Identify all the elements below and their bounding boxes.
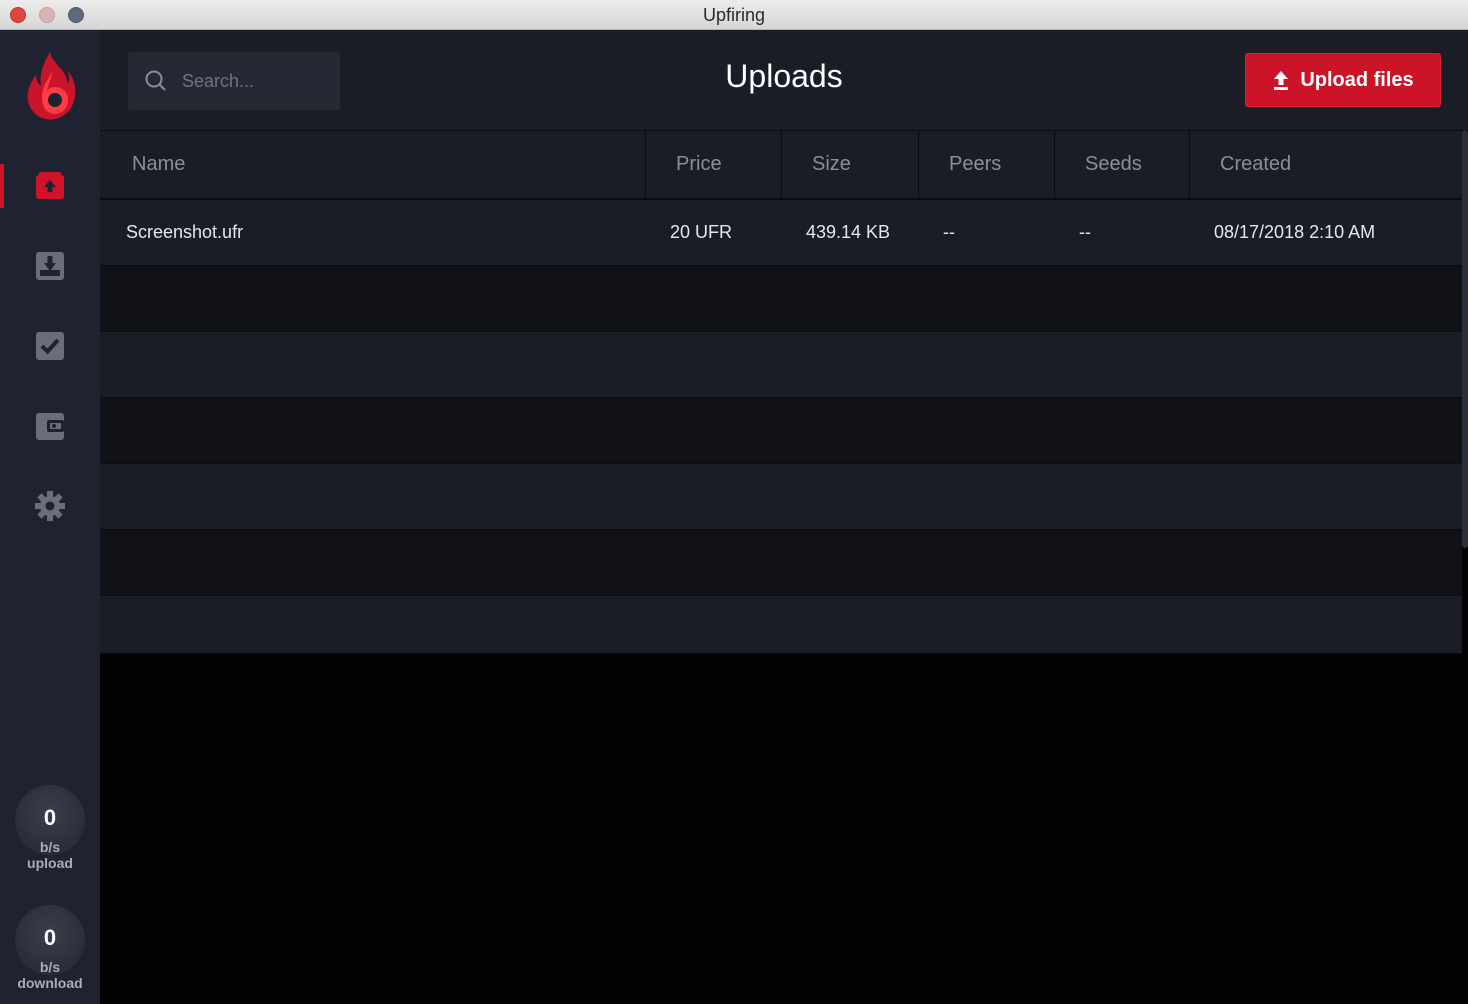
- sidebar-item-wallet[interactable]: [0, 396, 100, 456]
- upload-files-label: Upload files: [1300, 68, 1414, 91]
- sidebar-item-completed[interactable]: [0, 316, 100, 376]
- download-speed-unit: b/s: [39, 959, 61, 975]
- upload-speed-value: 0: [43, 805, 57, 830]
- column-header-name[interactable]: Name: [100, 131, 646, 198]
- upload-speed-unit: b/s: [39, 839, 61, 855]
- sidebar-item-uploads[interactable]: [0, 156, 100, 216]
- cell-seeds: --: [1079, 222, 1091, 242]
- sidebar-item-downloads[interactable]: [0, 236, 100, 296]
- table-header: Name Price Size Peers Seeds Created: [100, 130, 1462, 200]
- download-box-icon: [36, 252, 64, 280]
- table-row[interactable]: Screenshot.ufr 20 UFR 439.14 KB -- -- 08…: [100, 200, 1462, 266]
- empty-table-row: [100, 332, 1462, 398]
- empty-table-row: [100, 596, 1462, 654]
- gear-icon: [35, 491, 65, 521]
- column-header-size[interactable]: Size: [782, 131, 919, 198]
- column-header-created[interactable]: Created: [1190, 131, 1462, 198]
- cell-price: 20 UFR: [670, 222, 733, 242]
- cell-peers: --: [943, 222, 955, 242]
- column-header-seeds[interactable]: Seeds: [1055, 131, 1190, 198]
- download-speed-value: 0: [43, 925, 57, 950]
- download-speed-label: download: [17, 975, 83, 991]
- empty-table-row: [100, 530, 1462, 596]
- empty-table-row: [100, 266, 1462, 332]
- download-speed-meter: 0 b/s download: [14, 905, 86, 991]
- app-logo: [22, 50, 78, 124]
- cell-name: Screenshot.ufr: [126, 222, 244, 242]
- sidebar: 0 b/s upload 0 b/s download: [0, 30, 100, 1004]
- uploads-table: Name Price Size Peers Seeds Created Scre…: [100, 130, 1462, 654]
- header-bar: Uploads Upload files: [100, 30, 1468, 130]
- upload-box-icon: [36, 172, 64, 199]
- table-scrollbar[interactable]: [1462, 130, 1468, 548]
- empty-table-row: [100, 398, 1462, 464]
- wallet-icon: [36, 413, 64, 440]
- column-header-price[interactable]: Price: [646, 131, 782, 198]
- upload-speed-label: upload: [27, 855, 73, 871]
- upload-speed-meter: 0 b/s upload: [14, 785, 86, 871]
- check-box-icon: [36, 332, 64, 360]
- column-header-peers[interactable]: Peers: [919, 131, 1055, 198]
- main-content: Uploads Upload files Name Price Size Pee…: [100, 30, 1468, 1004]
- cell-created: 08/17/2018 2:10 AM: [1214, 222, 1376, 242]
- window-titlebar: Upfiring: [0, 0, 1468, 30]
- upload-files-button[interactable]: Upload files: [1245, 53, 1441, 107]
- cell-size: 439.14 KB: [806, 222, 891, 242]
- sidebar-item-settings[interactable]: [0, 476, 100, 536]
- upload-arrow-icon: [1274, 71, 1289, 90]
- window-title: Upfiring: [702, 5, 766, 25]
- empty-table-row: [100, 464, 1462, 530]
